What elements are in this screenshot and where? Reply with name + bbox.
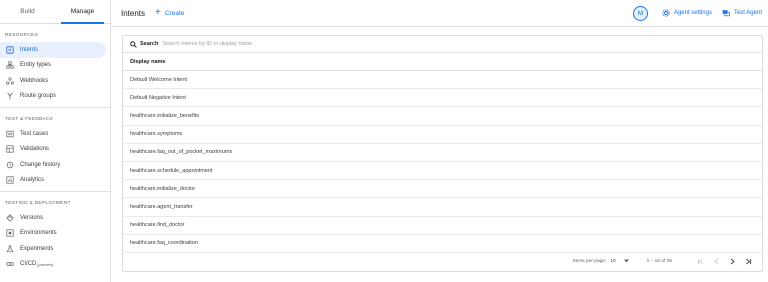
top-right-actions: M Agent settings Test Agent [632, 5, 762, 21]
items-per-page-label: Items per page: [572, 258, 607, 264]
avatar[interactable]: M [632, 5, 648, 21]
section-title-test-feedback: TEST & FEEDBACK [5, 116, 54, 122]
validations-icon [5, 145, 14, 154]
table-row[interactable]: healthcare.agent_transfer [123, 198, 762, 217]
gear-icon [662, 9, 670, 17]
table-row[interactable]: Default Welcome Intent [123, 71, 762, 90]
create-button-label: Create [164, 9, 185, 17]
sidebar-item-label: Intents [20, 46, 39, 53]
table-row[interactable]: healthcare.symptoms [123, 126, 762, 144]
table-row[interactable]: healthcare.faq_out_of_pocket_maximums [123, 144, 762, 162]
table-row[interactable]: healthcare.find_doctor [123, 217, 762, 235]
table-body: Default Welcome Intent Default Negative … [123, 71, 762, 253]
environments-icon [5, 229, 14, 238]
experiments-icon [5, 244, 14, 253]
sidebar-item-validations[interactable]: Validations [0, 142, 106, 158]
items-per-page-value: 10 [610, 258, 616, 264]
webhooks-icon [5, 76, 14, 85]
test-agent-button[interactable]: Test Agent [722, 9, 762, 17]
tab-build[interactable]: Build [0, 0, 55, 23]
sidebar-item-intents[interactable]: Intents [0, 42, 106, 58]
sidebar-tabs: Build Manage [0, 0, 110, 24]
tab-manage[interactable]: Manage [55, 0, 110, 24]
sidebar-item-environments[interactable]: Environments [0, 226, 106, 242]
sidebar-item-label: Route groups [20, 93, 57, 100]
sidebar: Build Manage RESOURCES Intents Entity ty… [0, 0, 111, 282]
first-page-icon [697, 258, 703, 264]
sidebar-item-label: Validations [20, 146, 49, 153]
sidebar-item-analytics[interactable]: Analytics [0, 173, 106, 189]
sidebar-item-label: CI/CD [20, 261, 37, 268]
sidebar-item-label: Entity types [20, 62, 52, 69]
items-per-page-select[interactable]: 10 [610, 258, 629, 264]
pagination: Items per page: 10 1 – 10 of 36 [123, 251, 762, 271]
sidebar-item-route-groups[interactable]: Route groups [0, 89, 106, 105]
sidebar-item-versions[interactable]: Versions [0, 210, 106, 226]
sidebar-item-webhooks[interactable]: Webhooks [0, 73, 106, 89]
test-agent-label: Test Agent [733, 10, 762, 16]
sidebar-item-entity-types[interactable]: Entity types [0, 58, 106, 74]
intents-icon [5, 45, 14, 54]
app-root: Build Manage RESOURCES Intents Entity ty… [0, 0, 768, 282]
cicd-icon [5, 260, 14, 269]
sidebar-item-label: Experiments [20, 245, 54, 252]
preview-badge: [preview] [37, 261, 54, 267]
search-label: Search [140, 41, 159, 47]
sidebar-item-label: Versions [20, 214, 44, 221]
table-row[interactable]: healthcare.initialize_benefits [123, 107, 762, 126]
sidebar-divider [0, 191, 110, 192]
test-cases-icon [5, 129, 14, 138]
column-header-display-name[interactable]: Display name [123, 53, 762, 71]
sidebar-item-experiments[interactable]: Experiments [0, 241, 106, 257]
create-button[interactable]: + Create [155, 8, 184, 18]
sidebar-item-cicd[interactable]: CI/CD [preview] [0, 257, 106, 273]
sidebar-item-label: Change history [20, 161, 61, 168]
sidebar-divider [0, 107, 110, 108]
top-bar: Intents + Create M Agent settings Test A… [111, 0, 768, 27]
intents-table-card: Search Display name Default Welcome Inte… [122, 35, 763, 272]
search-input[interactable] [162, 41, 463, 47]
sidebar-item-change-history[interactable]: Change history [0, 157, 106, 173]
history-icon [5, 160, 14, 169]
previous-page-button[interactable] [710, 255, 722, 267]
sidebar-item-label: Test cases [20, 130, 49, 137]
search-bar: Search [123, 36, 762, 53]
page-title: Intents [121, 8, 146, 18]
chat-icon [722, 10, 730, 17]
chevron-left-icon [713, 258, 718, 264]
next-page-button[interactable] [726, 255, 738, 267]
analytics-icon [5, 176, 14, 185]
table-row[interactable]: Default Negative Intent [123, 89, 762, 108]
last-page-button[interactable] [742, 255, 754, 267]
plus-icon: + [155, 7, 161, 18]
chevron-right-icon [730, 258, 735, 264]
entity-types-icon [5, 61, 14, 70]
sidebar-item-label: Environments [20, 230, 57, 237]
versions-icon [5, 213, 14, 222]
agent-settings-button[interactable]: Agent settings [662, 9, 712, 17]
table-row[interactable]: healthcare.schedule_appointment [123, 162, 762, 181]
sidebar-item-label: Analytics [20, 177, 45, 184]
search-icon [130, 40, 137, 48]
sidebar-item-label: Webhooks [20, 77, 49, 84]
table-row[interactable]: healthcare.initialize_doctor [123, 180, 762, 199]
page-range-label: 1 – 10 of 36 [646, 258, 672, 264]
route-groups-icon [5, 92, 14, 101]
dropdown-arrow-icon [623, 259, 629, 263]
section-title-resources: RESOURCES [5, 32, 39, 38]
first-page-button[interactable] [694, 255, 706, 267]
agent-settings-label: Agent settings [673, 10, 712, 16]
sidebar-item-test-cases[interactable]: Test cases [0, 126, 106, 142]
last-page-icon [745, 258, 751, 264]
section-title-testing-deployment: TESTING & DEPLOYMENT [5, 200, 71, 206]
